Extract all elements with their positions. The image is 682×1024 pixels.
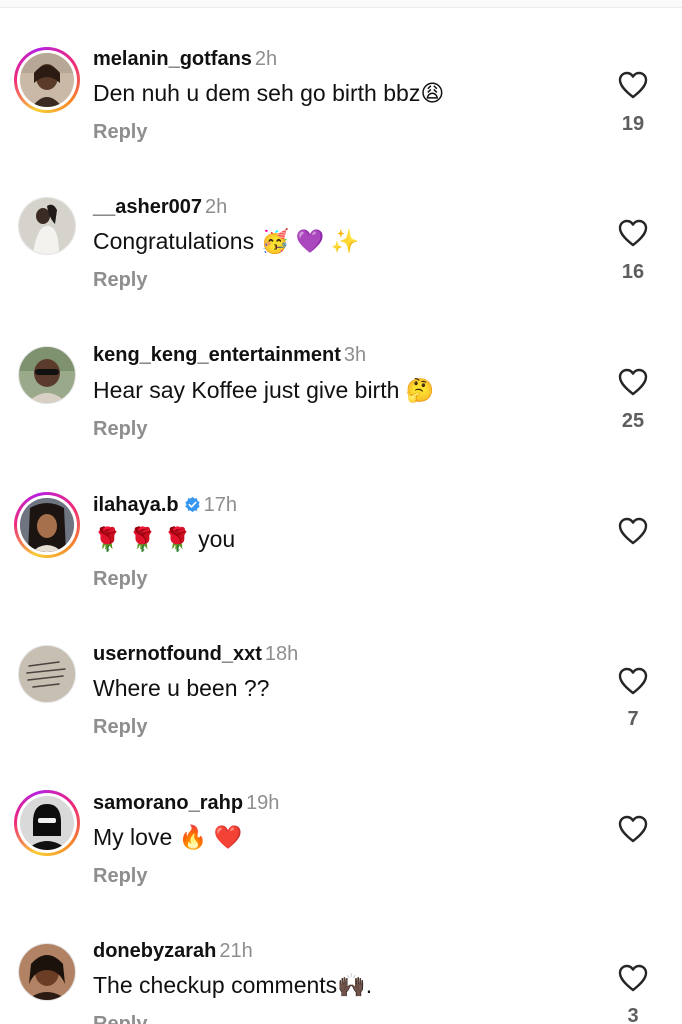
comment-list: melanin_gotfans 2h Den nuh u dem seh go b… xyxy=(0,0,682,1024)
comment-text: Hear say Koffee just give birth 🤔 xyxy=(93,377,435,403)
avatar xyxy=(18,645,76,703)
comment-text: Where u been ?? xyxy=(93,675,270,701)
comment-meta: ilahaya.b 17h xyxy=(93,493,237,517)
verified-badge-icon xyxy=(184,496,200,513)
username-link[interactable]: samorano_rahp xyxy=(93,792,243,814)
avatar xyxy=(20,498,74,552)
timestamp: 17h xyxy=(203,494,237,516)
timestamp: 19h xyxy=(246,792,280,814)
comment-meta: __asher007 2h xyxy=(93,195,227,219)
timestamp: 2h xyxy=(204,196,228,218)
comment-item: samorano_rahp 19h My love 🔥 ❤️ Reply xyxy=(0,745,682,893)
comment-meta: donebyzarah 21h xyxy=(93,939,253,963)
avatar xyxy=(18,197,76,255)
avatar xyxy=(20,53,74,107)
avatar-story-ring[interactable] xyxy=(14,790,80,856)
avatar xyxy=(20,796,74,850)
comment-item: melanin_gotfans 2h Den nuh u dem seh go b… xyxy=(0,0,682,148)
username-link[interactable]: ilahaya.b xyxy=(93,494,179,516)
comment-text: Congratulations 🥳 💜 ✨ xyxy=(93,228,360,254)
avatar-link[interactable] xyxy=(14,193,80,259)
comment-item: __asher007 2h Congratulations 🥳 💜 ✨ Reply… xyxy=(0,148,682,296)
heart-outline-icon[interactable] xyxy=(618,71,648,99)
username-link[interactable]: donebyzarah xyxy=(93,940,216,962)
comment-item: usernotfound_xxt 18h Where u been ?? Repl… xyxy=(0,596,682,744)
username-link[interactable]: keng_keng_entertainment xyxy=(93,344,341,366)
username-link[interactable]: melanin_gotfans xyxy=(93,48,252,70)
like-count: 19 xyxy=(621,113,645,135)
reply-button[interactable]: Reply xyxy=(93,269,147,292)
comment-item: donebyzarah 21h The checkup comments🙌🏿. R… xyxy=(0,894,682,1024)
comment-item: ilahaya.b 17h 🌹 🌹 🌹 you Reply xyxy=(0,447,682,595)
comment-meta: keng_keng_entertainment 3h xyxy=(93,343,366,367)
like-count: 3 xyxy=(627,1005,639,1024)
heart-outline-icon[interactable] xyxy=(618,219,648,247)
timestamp: 3h xyxy=(343,344,367,366)
timestamp: 18h xyxy=(264,643,299,665)
comment-text: 🌹 🌹 🌹 you xyxy=(93,526,236,552)
username-link[interactable]: usernotfound_xxt xyxy=(93,643,262,665)
timestamp: 21h xyxy=(219,940,253,962)
avatar-link[interactable] xyxy=(14,342,80,408)
comment-text: Den nuh u dem seh go birth bbz😩 xyxy=(93,80,445,106)
comment-item: keng_keng_entertainment 3h Hear say Koffe… xyxy=(0,297,682,445)
username-link[interactable]: __asher007 xyxy=(93,196,202,218)
avatar xyxy=(18,346,76,404)
reply-button[interactable]: Reply xyxy=(93,121,147,144)
avatar-link[interactable] xyxy=(14,939,80,1005)
heart-outline-icon[interactable] xyxy=(618,368,648,396)
comment-text: My love 🔥 ❤️ xyxy=(93,824,243,850)
reply-button[interactable]: Reply xyxy=(93,865,147,888)
timestamp: 2h xyxy=(254,48,278,70)
avatar xyxy=(18,943,76,1001)
comment-meta: usernotfound_xxt 18h xyxy=(93,642,298,666)
comment-meta: melanin_gotfans 2h xyxy=(93,47,277,71)
reply-button[interactable]: Reply xyxy=(93,1013,147,1024)
reply-button[interactable]: Reply xyxy=(93,418,147,441)
like-count: 7 xyxy=(627,708,639,730)
avatar-story-ring[interactable] xyxy=(14,47,80,113)
avatar-link[interactable] xyxy=(14,641,80,707)
reply-button[interactable]: Reply xyxy=(93,568,147,591)
avatar-story-ring[interactable] xyxy=(14,492,80,558)
comment-text: The checkup comments🙌🏿. xyxy=(93,972,373,998)
reply-button[interactable]: Reply xyxy=(93,716,147,739)
like-count: 25 xyxy=(621,410,645,432)
heart-outline-icon[interactable] xyxy=(618,964,648,992)
heart-outline-icon[interactable] xyxy=(618,815,648,843)
like-count: 16 xyxy=(621,261,645,283)
comment-meta: samorano_rahp 19h xyxy=(93,791,279,815)
heart-outline-icon[interactable] xyxy=(618,667,648,695)
heart-outline-icon[interactable] xyxy=(618,517,648,545)
